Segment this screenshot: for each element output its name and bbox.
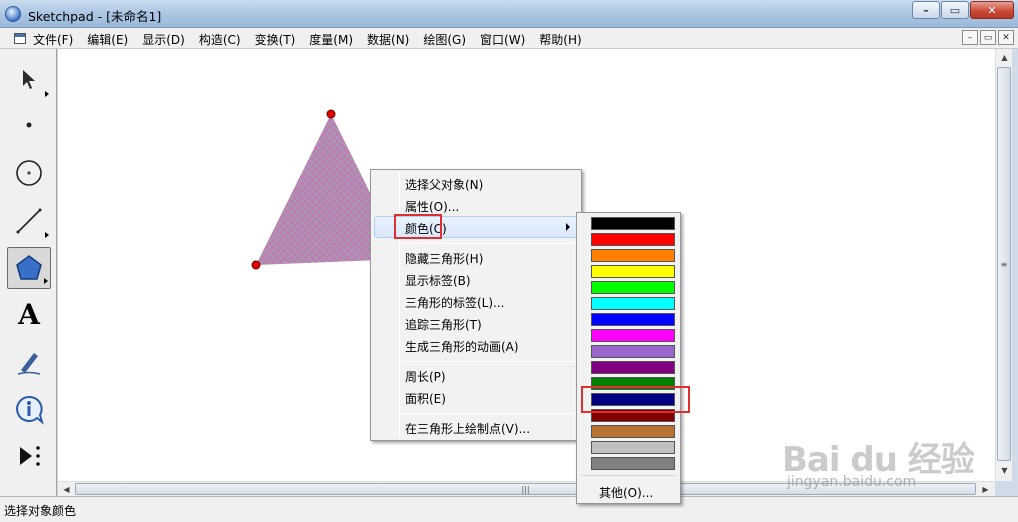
flyout-indicator-icon: [44, 278, 48, 284]
color-swatch[interactable]: [591, 217, 675, 230]
status-text: 选择对象颜色: [4, 504, 77, 518]
menu-display[interactable]: 显示(D): [142, 31, 191, 48]
document-window-controls: – ▭ ✕: [960, 30, 1014, 45]
polygon-tool-icon: [16, 255, 42, 280]
menu-file[interactable]: 文件(F): [33, 31, 79, 48]
marker-tool[interactable]: [7, 341, 51, 383]
straightedge-tool-icon: [16, 208, 42, 234]
menu-data[interactable]: 数据(N): [367, 31, 415, 48]
doc-minimize-button[interactable]: –: [962, 30, 978, 45]
menu-separator: [581, 475, 676, 476]
menu-item-trace-triangle[interactable]: 追踪三角形(T): [405, 316, 482, 333]
polygon-tool[interactable]: [7, 247, 51, 289]
triangle-vertex[interactable]: [326, 109, 336, 119]
arrow-tool[interactable]: [7, 59, 51, 101]
menu-item-properties[interactable]: 属性(O)...: [405, 198, 459, 215]
custom-tool[interactable]: [7, 435, 51, 477]
scroll-up-icon[interactable]: ▲: [996, 49, 1013, 66]
highlight-box-navy-swatch: [581, 386, 690, 413]
color-swatch[interactable]: [591, 457, 675, 470]
status-bar: 选择对象颜色: [0, 496, 1018, 522]
menu-item-show-label[interactable]: 显示标签(B): [405, 272, 471, 289]
color-submenu: 其他(O)...: [576, 212, 681, 504]
menu-separator: [401, 243, 579, 244]
marker-tool-icon: [17, 353, 41, 375]
title-bar: Sketchpad - [未命名1] – ▭ ✕: [0, 0, 1018, 28]
compass-tool-icon: [16, 160, 42, 186]
color-swatch[interactable]: [591, 249, 675, 262]
color-swatch[interactable]: [591, 361, 675, 374]
point-tool-icon: [26, 122, 32, 128]
document-icon[interactable]: [14, 33, 26, 44]
menu-separator: [401, 361, 579, 362]
minimize-button[interactable]: –: [912, 1, 940, 19]
submenu-arrow-icon: [566, 223, 570, 231]
information-tool[interactable]: [7, 388, 51, 430]
menu-gutter: [399, 172, 400, 438]
close-button[interactable]: ✕: [970, 1, 1014, 19]
arrow-tool-icon: [23, 70, 35, 89]
color-swatch[interactable]: [591, 329, 675, 342]
maximize-button[interactable]: ▭: [941, 1, 969, 19]
color-swatch[interactable]: [591, 345, 675, 358]
menu-measure[interactable]: 度量(M): [309, 31, 359, 48]
menu-item-area[interactable]: 面积(E): [405, 390, 446, 407]
custom-tool-icon: [20, 446, 40, 466]
menu-construct[interactable]: 构造(C): [199, 31, 247, 48]
doc-close-button[interactable]: ✕: [998, 30, 1014, 45]
vertical-scrollbar[interactable]: ▲ ≡ ▼: [995, 49, 1012, 481]
sketchpad-app-icon: [5, 6, 21, 22]
watermark-url: jingyan.baidu.com: [787, 474, 917, 490]
information-tool-icon: [16, 395, 44, 425]
point-tool[interactable]: [7, 104, 51, 146]
other-color-item[interactable]: 其他(O)...: [599, 484, 653, 501]
color-swatch[interactable]: [591, 441, 675, 454]
scroll-right-icon[interactable]: ▶: [977, 482, 994, 497]
color-swatch[interactable]: [591, 313, 675, 326]
menu-window[interactable]: 窗口(W): [480, 31, 531, 48]
menu-edit[interactable]: 编辑(E): [87, 31, 134, 48]
text-tool[interactable]: A: [7, 293, 51, 335]
menu-list: 文件(F) 编辑(E) 显示(D) 构造(C) 变换(T) 度量(M) 数据(N…: [33, 31, 596, 48]
compass-tool[interactable]: [7, 152, 51, 194]
highlight-box-color-item: [394, 214, 442, 239]
menu-item-select-parents[interactable]: 选择父对象(N): [405, 176, 483, 193]
context-menu: 选择父对象(N) 属性(O)... 颜色(C) 隐藏三角形(H) 显示标签(B)…: [370, 169, 582, 441]
color-swatch[interactable]: [591, 281, 675, 294]
color-swatch[interactable]: [591, 265, 675, 278]
flyout-indicator-icon: [45, 91, 49, 97]
menu-bar: 文件(F) 编辑(E) 显示(D) 构造(C) 变换(T) 度量(M) 数据(N…: [0, 28, 1018, 49]
triangle-vertex[interactable]: [251, 260, 261, 270]
vertical-scroll-thumb[interactable]: ≡: [997, 67, 1011, 461]
window-controls: – ▭ ✕: [911, 1, 1014, 19]
menu-separator: [401, 413, 579, 414]
menu-graph[interactable]: 绘图(G): [423, 31, 472, 48]
window-title: Sketchpad - [未命名1]: [28, 9, 162, 24]
color-swatch[interactable]: [591, 233, 675, 246]
menu-transform[interactable]: 变换(T): [255, 31, 302, 48]
menu-item-plot-point[interactable]: 在三角形上绘制点(V)...: [405, 420, 530, 437]
text-tool-icon: A: [18, 297, 40, 331]
color-swatch[interactable]: [591, 297, 675, 310]
straightedge-tool[interactable]: [7, 200, 51, 242]
menu-item-perimeter[interactable]: 周长(P): [405, 368, 446, 385]
scroll-left-icon[interactable]: ◀: [58, 482, 75, 497]
color-swatch[interactable]: [591, 425, 675, 438]
flyout-indicator-icon: [45, 232, 49, 238]
menu-item-hide-triangle[interactable]: 隐藏三角形(H): [405, 250, 483, 267]
doc-restore-button[interactable]: ▭: [980, 30, 996, 45]
menu-item-triangle-label[interactable]: 三角形的标签(L)...: [405, 294, 505, 311]
toolbox: A: [0, 49, 57, 496]
menu-help[interactable]: 帮助(H): [539, 31, 587, 48]
scroll-down-icon[interactable]: ▼: [996, 462, 1013, 479]
menu-item-animate-triangle[interactable]: 生成三角形的动画(A): [405, 338, 519, 355]
